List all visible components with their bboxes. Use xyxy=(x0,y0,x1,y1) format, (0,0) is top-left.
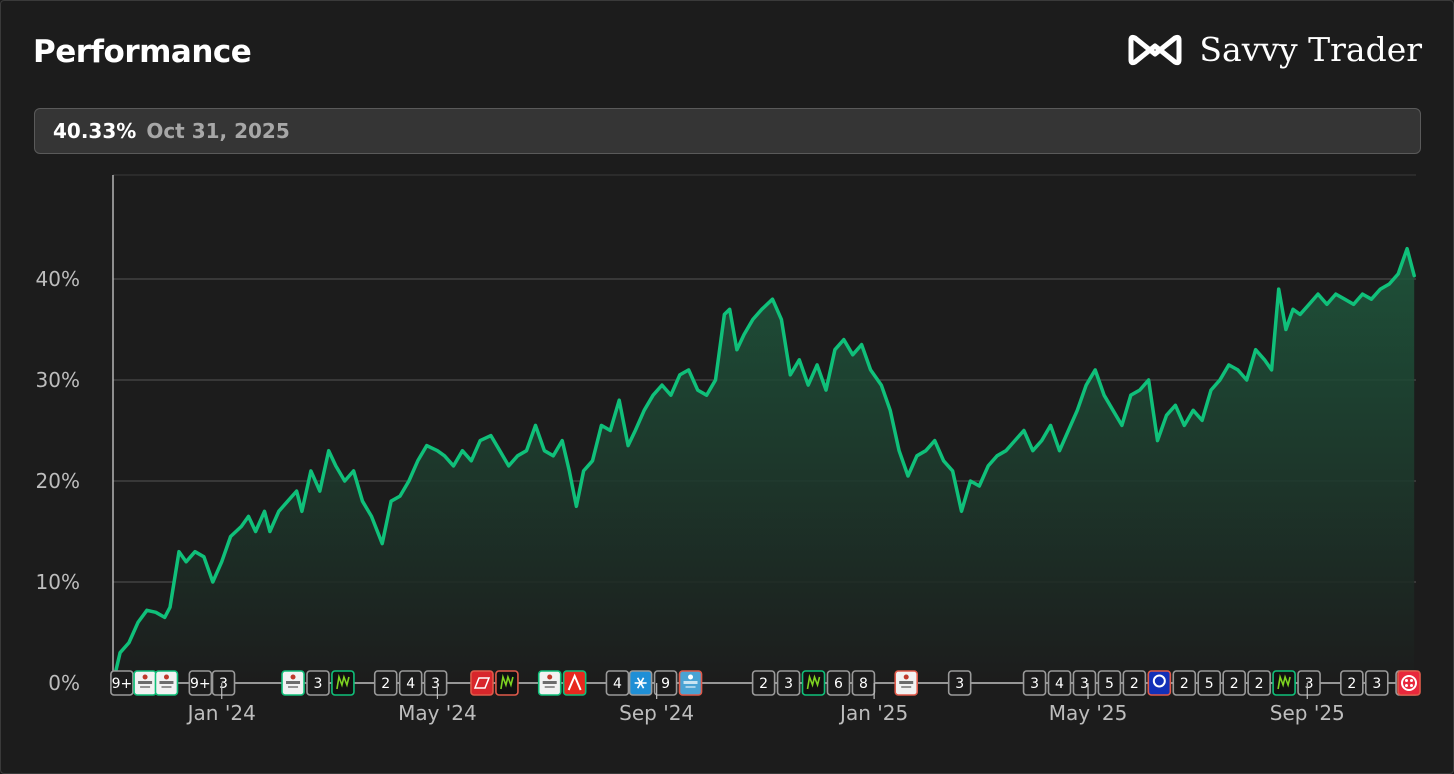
event-marker-count-label: 3 xyxy=(314,676,323,692)
event-marker-count[interactable]: 3 xyxy=(947,670,972,696)
event-marker-count-label: 9 xyxy=(661,676,670,692)
event-marker-count[interactable]: 5 xyxy=(1197,670,1222,696)
event-marker-count[interactable]: 9 xyxy=(653,670,678,696)
event-marker-count[interactable]: 2 xyxy=(1222,670,1246,696)
event-marker-box xyxy=(470,670,494,696)
x-tick-label: May '24 xyxy=(398,701,477,725)
event-marker-count[interactable]: 3 xyxy=(211,670,236,696)
event-marker-count-label: 6 xyxy=(834,676,843,692)
event-marker-count-label: 2 xyxy=(381,676,390,692)
event-marker-count-label: 2 xyxy=(1255,676,1264,692)
event-marker-count[interactable]: 4 xyxy=(398,670,423,696)
event-marker-asterisk-logo[interactable] xyxy=(628,670,653,696)
event-marker-resmed-logo[interactable] xyxy=(281,670,305,696)
event-marker-count-label: 9+ xyxy=(190,676,211,692)
event-marker-count-label: 2 xyxy=(1130,676,1139,692)
x-tick-label: Jan '25 xyxy=(838,701,908,725)
event-marker-count[interactable]: 3 xyxy=(1297,670,1321,696)
event-marker-count-label: 2 xyxy=(1230,676,1239,692)
event-marker-count-label: 2 xyxy=(1180,676,1189,692)
x-tick-label: Jan '24 xyxy=(186,701,256,725)
event-marker-monster-logo[interactable] xyxy=(495,670,519,696)
event-marker-count-label: 3 xyxy=(431,676,440,692)
event-marker-count-label: 3 xyxy=(1030,676,1039,692)
event-marker-count-label: 8 xyxy=(859,676,868,692)
event-marker-coinbase-logo[interactable] xyxy=(1147,670,1172,696)
event-marker-white-company-logo[interactable] xyxy=(894,670,919,696)
y-tick-label: 0% xyxy=(48,671,80,695)
event-marker-count-label: 2 xyxy=(1347,676,1356,692)
event-marker-ametek-logo[interactable] xyxy=(133,670,157,696)
event-marker-count-label: 3 xyxy=(219,676,228,692)
y-tick-label: 20% xyxy=(36,469,80,493)
event-marker-count-label: 4 xyxy=(613,676,622,692)
event-marker-count[interactable]: 2 xyxy=(751,670,776,696)
event-marker-count[interactable]: 3 xyxy=(1022,670,1047,696)
event-marker-count[interactable]: 2 xyxy=(1172,670,1197,696)
event-marker-blue-company-logo[interactable] xyxy=(678,670,703,696)
event-marker-monster-logo[interactable] xyxy=(331,670,355,696)
event-marker-count-label: 3 xyxy=(1305,676,1314,692)
y-tick-label: 40% xyxy=(36,267,80,291)
event-marker-count-label: 5 xyxy=(1105,676,1114,692)
event-marker-count[interactable]: 2 xyxy=(1247,670,1271,696)
event-marker-count[interactable]: 3 xyxy=(423,670,448,696)
x-tick-label: May '25 xyxy=(1049,701,1128,725)
event-marker-amd-logo[interactable] xyxy=(1272,670,1296,696)
event-marker-microchip-logo[interactable] xyxy=(154,670,179,696)
event-marker-count-label: 5 xyxy=(1205,676,1214,692)
event-marker-count[interactable]: 4 xyxy=(1047,670,1072,696)
event-marker-count[interactable]: 9+ xyxy=(188,670,213,696)
event-marker-tyler-logo[interactable] xyxy=(537,670,562,696)
y-axis: 0% 10% 20% 30% 40% xyxy=(36,267,80,695)
event-marker-count-label: 3 xyxy=(1372,676,1381,692)
event-marker-count[interactable]: 6 xyxy=(826,670,851,696)
x-tick-label: Sep '24 xyxy=(619,701,694,725)
event-marker-count-label: 2 xyxy=(759,676,768,692)
event-marker-count-label: 3 xyxy=(955,676,964,692)
event-marker-count-label: 4 xyxy=(406,676,415,692)
y-tick-label: 30% xyxy=(36,368,80,392)
event-marker-count[interactable]: 5 xyxy=(1097,670,1122,696)
event-marker-count-label: 3 xyxy=(784,676,793,692)
series-area xyxy=(113,248,1415,683)
performance-chart[interactable]: 0%10%20%30%40% 9+ 9+ 3 3 2 4 3 4 9 2 3 6 8 3 3 4 3 5 2 2 5 2 2… xyxy=(0,0,1454,774)
event-marker-count[interactable]: 3 xyxy=(306,670,330,696)
event-marker-twilio-logo[interactable] xyxy=(1397,670,1421,696)
event-marker-count[interactable]: 4 xyxy=(605,670,630,696)
event-marker-count[interactable]: 8 xyxy=(851,670,876,696)
event-marker-count[interactable]: 3 xyxy=(1364,670,1389,696)
event-marker-count[interactable]: 2 xyxy=(1340,670,1364,696)
event-marker-monster-logo[interactable] xyxy=(801,670,826,696)
event-marker-adp-logo[interactable] xyxy=(470,670,494,696)
event-marker-count[interactable]: 2 xyxy=(373,670,398,696)
event-markers[interactable]: 9+9+3324349236833435225223232 xyxy=(110,670,1421,696)
event-marker-count[interactable]: 3 xyxy=(1072,670,1097,696)
event-marker-adobe-logo[interactable] xyxy=(562,670,587,696)
event-marker-count-label: 9+ xyxy=(112,676,133,692)
event-marker-count[interactable]: 2 xyxy=(1122,670,1147,696)
event-marker-count[interactable]: 3 xyxy=(776,670,801,696)
x-tick-label: Sep '25 xyxy=(1270,701,1345,725)
y-tick-label: 10% xyxy=(36,570,80,594)
event-marker-count-label: 4 xyxy=(1055,676,1064,692)
event-marker-count[interactable]: 9+ xyxy=(110,670,134,696)
